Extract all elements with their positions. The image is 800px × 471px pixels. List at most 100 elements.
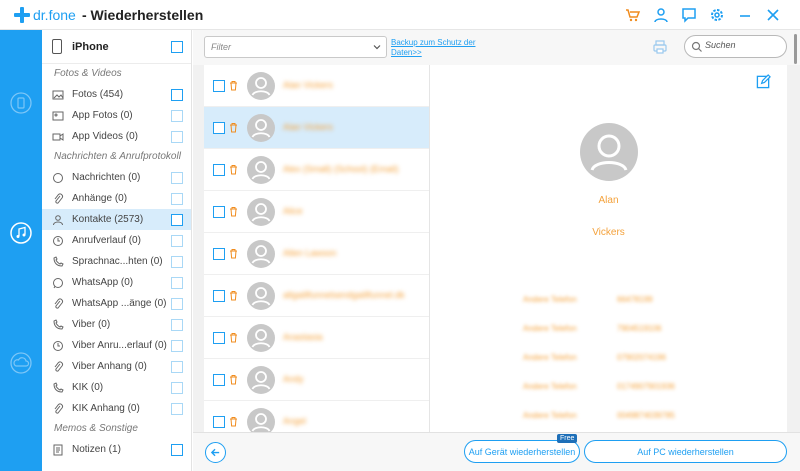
search-input[interactable]	[705, 40, 783, 50]
sidebar-category-item[interactable]: Anrufverlauf (0)	[42, 230, 191, 251]
contact-first-name: Alan	[598, 195, 619, 206]
category-checkbox[interactable]	[171, 255, 183, 268]
trash-icon[interactable]	[229, 416, 238, 427]
contact-checkbox[interactable]	[213, 122, 225, 134]
minimize-icon[interactable]	[736, 6, 754, 24]
print-icon[interactable]	[652, 39, 668, 55]
viber-call-icon	[52, 340, 64, 352]
contact-field-row: Andere Telefon 0049874039785	[523, 411, 703, 423]
search-box[interactable]	[684, 35, 787, 58]
user-icon[interactable]	[652, 6, 670, 24]
contact-row[interactable]: Alan Vickers	[204, 107, 429, 149]
category-checkbox[interactable]	[171, 192, 183, 205]
sidebar-category-item[interactable]: WhatsApp (0)	[42, 272, 191, 293]
cart-icon[interactable]	[624, 6, 642, 24]
contact-row[interactable]: Anastasia	[204, 317, 429, 359]
trash-icon[interactable]	[229, 290, 238, 301]
category-checkbox[interactable]	[171, 339, 183, 352]
edit-icon[interactable]	[756, 74, 771, 89]
category-checkbox[interactable]	[171, 381, 183, 394]
trash-icon[interactable]	[229, 122, 238, 133]
category-checkbox[interactable]	[171, 297, 183, 310]
cloud-restore-icon[interactable]	[8, 350, 34, 376]
contact-avatar-small	[247, 240, 275, 268]
sidebar-category-label: App Videos (0)	[72, 131, 138, 142]
scrollbar[interactable]	[794, 34, 797, 64]
contact-checkbox[interactable]	[213, 164, 225, 176]
field-value: 0049874039785	[617, 411, 675, 420]
category-checkbox[interactable]	[171, 213, 183, 226]
device-restore-icon[interactable]	[8, 90, 34, 116]
trash-icon[interactable]	[229, 164, 238, 175]
contact-avatar-small	[247, 72, 275, 100]
sidebar-category-label: Fotos (454)	[72, 89, 124, 100]
trash-icon[interactable]	[229, 206, 238, 217]
kik-icon	[52, 381, 64, 394]
category-checkbox[interactable]	[171, 443, 183, 456]
category-checkbox[interactable]	[171, 402, 183, 415]
contact-row[interactable]: Alex (Small) (School) (Email)	[204, 149, 429, 191]
category-list: Fotos & Videos Fotos (454) App Fotos (0) Ap…	[42, 64, 191, 460]
sidebar-category-item[interactable]: Kontakte (2573)	[42, 209, 191, 230]
sidebar-category-item[interactable]: Fotos (454)	[42, 84, 191, 105]
logo-text: dr.fone	[33, 7, 76, 23]
contact-row[interactable]: Alice	[204, 191, 429, 233]
contact-row[interactable]: Allen Lawson	[204, 233, 429, 275]
field-label: Andere Telefon	[523, 295, 577, 304]
trash-icon[interactable]	[229, 332, 238, 343]
back-button[interactable]	[205, 442, 226, 463]
music-restore-icon[interactable]	[8, 220, 34, 246]
sidebar-category-item[interactable]: App Fotos (0)	[42, 105, 191, 126]
category-checkbox[interactable]	[171, 276, 183, 289]
contact-checkbox[interactable]	[213, 332, 225, 344]
category-checkbox[interactable]	[171, 360, 183, 373]
category-checkbox[interactable]	[171, 171, 183, 184]
feedback-icon[interactable]	[680, 6, 698, 24]
category-checkbox[interactable]	[171, 318, 183, 331]
category-checkbox[interactable]	[171, 234, 183, 247]
sidebar-category-label: KIK (0)	[72, 382, 104, 393]
filter-dropdown[interactable]: Filter	[204, 36, 387, 58]
viber-attachment-icon	[52, 361, 64, 373]
sidebar-category-item[interactable]: Viber Anru...erlauf (0)	[42, 335, 191, 356]
settings-icon[interactable]	[708, 6, 726, 24]
sidebar-category-item[interactable]: Sprachnac...hten (0)	[42, 251, 191, 272]
category-checkbox[interactable]	[171, 109, 183, 122]
contact-row[interactable]: allgaillfunnelsendgaillfunnel.dk	[204, 275, 429, 317]
contact-checkbox[interactable]	[213, 374, 225, 386]
contact-row[interactable]: Alan Vickers	[204, 65, 429, 107]
contact-checkbox[interactable]	[213, 80, 225, 92]
contact-checkbox[interactable]	[213, 206, 225, 218]
contact-checkbox[interactable]	[213, 416, 225, 428]
sidebar-category-item[interactable]: KIK Anhang (0)	[42, 398, 191, 419]
sidebar-category-item[interactable]: WhatsApp ...änge (0)	[42, 293, 191, 314]
category-checkbox[interactable]	[171, 88, 183, 101]
sidebar-category-item[interactable]: Notizen (1)	[42, 439, 191, 460]
backup-link[interactable]: Backup zum Schutz der Daten>>	[391, 38, 491, 58]
sidebar-category-item[interactable]: Nachrichten (0)	[42, 167, 191, 188]
sidebar-category-item[interactable]: Viber Anhang (0)	[42, 356, 191, 377]
category-checkbox[interactable]	[171, 130, 183, 143]
video-icon	[52, 131, 64, 143]
contact-row[interactable]: Andy	[204, 359, 429, 401]
sidebar-category-item[interactable]: Anhänge (0)	[42, 188, 191, 209]
trash-icon[interactable]	[229, 248, 238, 259]
trash-icon[interactable]	[229, 80, 238, 91]
sidebar-category-item[interactable]: App Videos (0)	[42, 126, 191, 147]
contact-detail: Alan Vickers Andere Telefon 66478199 Ander…	[430, 65, 787, 432]
close-icon[interactable]	[764, 6, 782, 24]
contact-checkbox[interactable]	[213, 248, 225, 260]
device-checkbox[interactable]	[171, 40, 183, 53]
contact-row[interactable]: Angel	[204, 401, 429, 432]
trash-icon[interactable]	[229, 374, 238, 385]
sidebar-category-item[interactable]: KIK (0)	[42, 377, 191, 398]
restore-to-device-button[interactable]: Auf Gerät wiederherstellen	[464, 440, 580, 463]
restore-to-pc-button[interactable]: Auf PC wiederherstellen	[584, 440, 787, 463]
device-row[interactable]: iPhone	[42, 30, 191, 64]
field-value: 0174907901936	[617, 382, 675, 391]
contact-checkbox[interactable]	[213, 290, 225, 302]
sidebar-category-label: Nachrichten (0)	[72, 172, 141, 183]
sidebar-section-title: Fotos & Videos	[54, 68, 122, 79]
viber-icon	[52, 318, 64, 331]
sidebar-category-item[interactable]: Viber (0)	[42, 314, 191, 335]
